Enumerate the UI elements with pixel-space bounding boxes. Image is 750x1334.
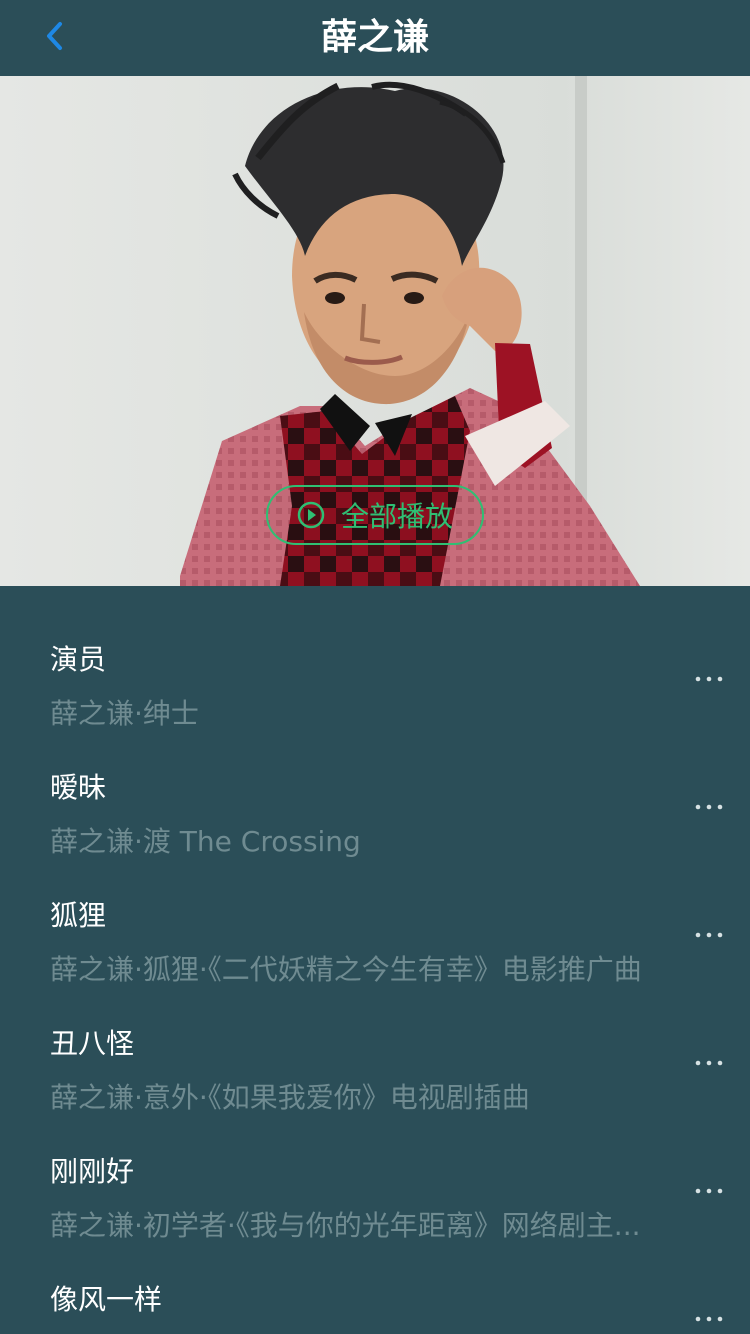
more-horizontal-icon <box>694 796 724 815</box>
song-title: 狐狸 <box>50 899 107 932</box>
page-title: 薛之谦 <box>320 17 429 58</box>
chevron-left-icon <box>42 18 66 58</box>
song-item[interactable]: 演员 薛之谦·绅士 <box>0 586 750 730</box>
song-title: 暧昧 <box>50 771 107 804</box>
play-all-label: 全部播放 <box>340 500 453 533</box>
song-list: 演员 薛之谦·绅士 暧昧 薛之谦·渡 The Crossing 狐狸 薛之谦·狐… <box>0 586 750 1334</box>
artist-banner: 全部播放 <box>0 76 750 586</box>
song-title: 演员 <box>50 643 107 676</box>
more-options-button[interactable] <box>694 1174 724 1204</box>
song-item[interactable]: 狐狸 薛之谦·狐狸·《二代妖精之今生有幸》电影推广曲 <box>0 842 750 986</box>
more-horizontal-icon <box>694 1308 724 1327</box>
play-circle-icon <box>297 501 325 529</box>
back-button[interactable] <box>30 14 78 62</box>
more-horizontal-icon <box>694 924 724 943</box>
more-options-button[interactable] <box>694 1046 724 1076</box>
more-options-button[interactable] <box>694 1302 724 1332</box>
play-all-button[interactable]: 全部播放 <box>266 485 484 545</box>
more-options-button[interactable] <box>694 918 724 948</box>
song-title: 刚刚好 <box>50 1155 135 1188</box>
more-options-button[interactable] <box>694 662 724 692</box>
song-item[interactable]: 像风一样 <box>0 1226 750 1334</box>
song-item[interactable]: 刚刚好 薛之谦·初学者·《我与你的光年距离》网络剧主... <box>0 1098 750 1242</box>
more-horizontal-icon <box>694 1052 724 1071</box>
more-horizontal-icon <box>694 1180 724 1199</box>
song-title: 像风一样 <box>50 1283 163 1316</box>
song-item[interactable]: 暧昧 薛之谦·渡 The Crossing <box>0 714 750 858</box>
more-options-button[interactable] <box>694 790 724 820</box>
song-title: 丑八怪 <box>50 1027 135 1060</box>
more-horizontal-icon <box>694 668 724 687</box>
song-item[interactable]: 丑八怪 薛之谦·意外·《如果我爱你》电视剧插曲 <box>0 970 750 1114</box>
top-bar: 薛之谦 <box>0 0 750 76</box>
